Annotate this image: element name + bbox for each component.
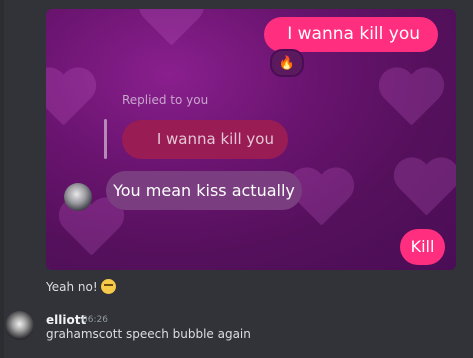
app-left-strip (0, 0, 4, 358)
replied-quote-text: I wanna kill you (156, 130, 274, 148)
heart-decoration (376, 69, 446, 133)
chat-message-text: Yeah no! (46, 279, 116, 294)
message-timestamp: 06:26 (82, 315, 108, 325)
sent-message-bubble: I wanna kill you (264, 17, 438, 52)
heart-decoration (46, 69, 98, 133)
received-message-bubble: You mean kiss actually (106, 171, 302, 210)
replied-quote-bubble: I wanna kill you (122, 120, 288, 159)
received-message-text: You mean kiss actually (113, 181, 295, 200)
sent-kill-text: Kill (410, 237, 435, 256)
message-text: Yeah no! (46, 280, 98, 294)
sender-avatar (64, 183, 92, 211)
unamused-face-icon (100, 279, 116, 294)
fire-emoji-icon: 🔥 (278, 55, 296, 71)
reply-indicator-bar (104, 119, 107, 159)
attached-screenshot[interactable]: I wanna kill you 🔥 Replied to you I wann… (46, 9, 456, 270)
username[interactable]: elliott (46, 313, 86, 327)
reaction-badge: 🔥 (270, 49, 304, 77)
sent-message-text: I wanna kill you (287, 24, 420, 44)
reply-label: Replied to you (122, 93, 209, 107)
heart-decoration (136, 9, 206, 53)
chat-message-text: grahamscott speech bubble again (46, 327, 251, 341)
sent-message-bubble-kill: Kill (400, 229, 445, 265)
heart-decoration (391, 159, 456, 223)
user-avatar[interactable] (5, 311, 34, 340)
heart-decoration (56, 199, 126, 263)
